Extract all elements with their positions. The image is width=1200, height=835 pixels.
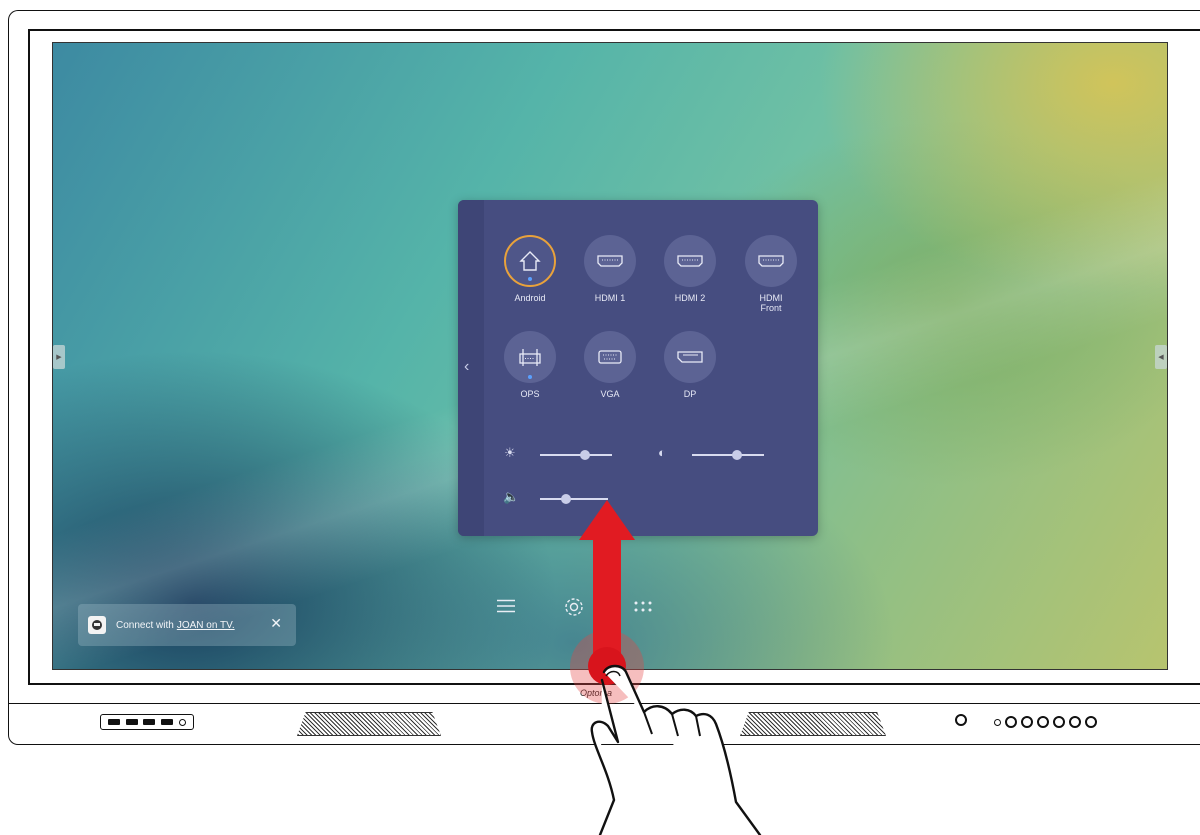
- source-label: HDMI: [759, 293, 783, 303]
- source-hdmi1[interactable]: HDMI 1: [575, 235, 645, 303]
- menu-icon[interactable]: [497, 599, 515, 618]
- ops-icon: [504, 331, 556, 383]
- joan-link[interactable]: JOAN on TV.: [177, 620, 235, 631]
- source-label: OPS: [520, 389, 540, 399]
- brightness-knob[interactable]: [580, 450, 591, 460]
- vga-icon: [584, 331, 636, 383]
- hand-pointer-illustration: [590, 664, 762, 835]
- source-label: HDMI 2: [674, 293, 706, 303]
- source-ops[interactable]: OPS: [495, 331, 565, 399]
- power-button[interactable]: [955, 714, 967, 726]
- apps-grid-icon[interactable]: [634, 600, 652, 618]
- contrast-slider[interactable]: [692, 450, 764, 460]
- joan-notification[interactable]: Connect with JOAN on TV. ✕: [78, 604, 296, 646]
- displayport-icon: [664, 331, 716, 383]
- swipe-up-arrow: [593, 534, 621, 659]
- right-edge-handle[interactable]: ◀: [1155, 345, 1167, 369]
- source-dp[interactable]: DP: [655, 331, 725, 399]
- source-hdmi2[interactable]: HDMI 2: [655, 235, 725, 303]
- source-label-line2: Front: [760, 303, 782, 313]
- brightness-slider[interactable]: [540, 450, 612, 460]
- contrast-knob[interactable]: [732, 450, 743, 460]
- source-android[interactable]: Android: [495, 235, 565, 303]
- source-label: Android: [514, 293, 546, 303]
- settings-gear-icon[interactable]: [563, 596, 585, 623]
- source-label: VGA: [600, 389, 620, 399]
- volume-icon: 🔈: [503, 489, 520, 504]
- source-label: HDMI 1: [594, 293, 626, 303]
- left-edge-handle[interactable]: ▶: [53, 345, 65, 369]
- brightness-icon: ☀: [504, 445, 516, 460]
- front-ports: [100, 714, 194, 730]
- collapse-chevron-icon[interactable]: ‹: [464, 358, 469, 376]
- front-buttons[interactable]: [994, 716, 1097, 728]
- contrast-icon: ◐: [658, 445, 666, 460]
- joan-logo-icon: [88, 616, 106, 634]
- home-icon: [504, 235, 556, 287]
- close-icon[interactable]: ✕: [270, 615, 282, 632]
- hdmi-icon: [584, 235, 636, 287]
- source-hdmi-front[interactable]: HDMI Front: [736, 235, 806, 313]
- source-label: DP: [683, 389, 697, 399]
- volume-knob[interactable]: [560, 494, 571, 504]
- hdmi-icon: [745, 235, 797, 287]
- hdmi-icon: [664, 235, 716, 287]
- toast-text: Connect with: [116, 619, 174, 631]
- input-source-panel: ‹ Android HDMI 1 HDMI 2 HDMI Front OPS V…: [458, 200, 818, 536]
- source-vga[interactable]: VGA: [575, 331, 645, 399]
- swipe-arrow-head: [579, 500, 635, 540]
- speaker-grille-left: [297, 712, 441, 736]
